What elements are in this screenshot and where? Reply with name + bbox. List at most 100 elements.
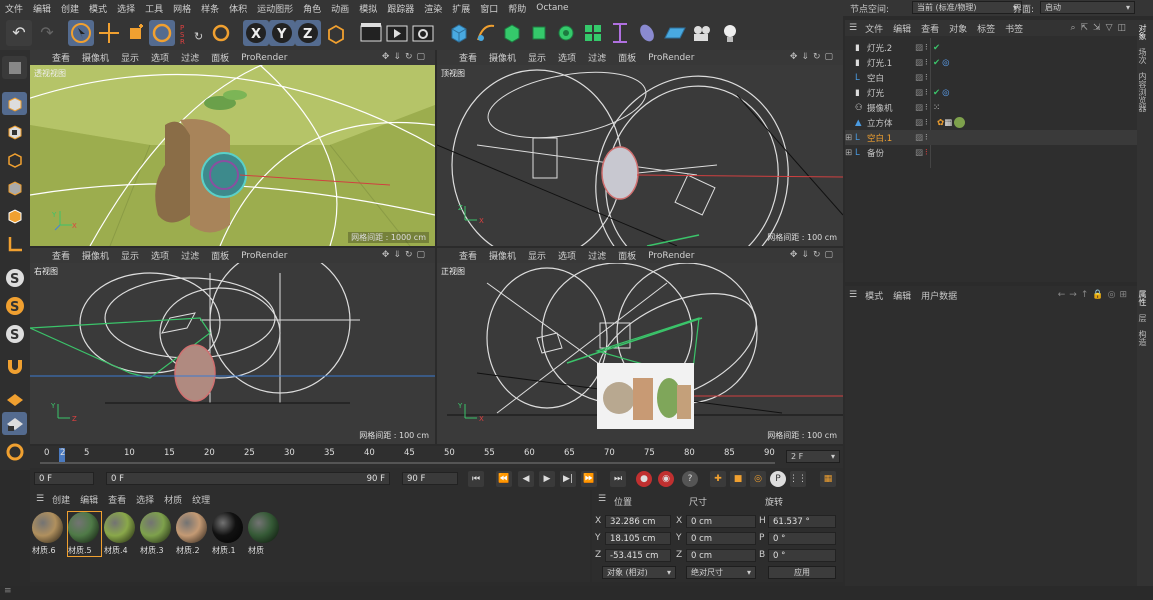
start-frame-field[interactable]: 0 F [34, 472, 94, 485]
visibility-dots-icon[interactable]: ⁝ [925, 103, 933, 113]
enabled-check-icon[interactable]: ✔ [933, 58, 940, 68]
object-name[interactable]: 空白.1 [867, 132, 915, 144]
viewport-menu-cameras[interactable]: 摄像机 [76, 249, 115, 262]
viewport-menu-cameras[interactable]: 摄像机 [483, 249, 522, 262]
menu-item[interactable]: 模式 [84, 2, 112, 15]
menu-item[interactable]: 网格 [168, 2, 196, 15]
hamburger-icon[interactable]: ☰ [36, 494, 44, 504]
viewport-canvas[interactable]: Y X 正视图 网格间距 : 100 cm [437, 263, 843, 444]
points-mode-icon[interactable] [2, 148, 27, 171]
hamburger-icon[interactable]: ☰ [849, 290, 857, 300]
material-tag-icon[interactable] [954, 117, 966, 128]
visibility-dots-icon[interactable]: ⁝ [925, 133, 933, 143]
viewport-menu-filter[interactable]: 过滤 [582, 51, 612, 64]
tab-content-browser[interactable]: 内容浏览器 [1137, 68, 1148, 116]
material-swatch[interactable]: 材质.4 [104, 512, 137, 556]
render-settings-icon[interactable] [410, 20, 436, 46]
target-tag-icon[interactable]: ◎ [942, 88, 949, 98]
menu-item[interactable]: 编辑 [28, 2, 56, 15]
material-swatch[interactable]: 材质.1 [212, 512, 245, 556]
menu-item[interactable]: 动画 [326, 2, 354, 15]
render-picture-viewer-icon[interactable] [384, 20, 410, 46]
material-swatch[interactable]: 材质.3 [140, 512, 173, 556]
viewport-menu-options[interactable]: 选项 [552, 249, 582, 262]
snap-icon[interactable]: S [2, 266, 27, 289]
attribute-menu-edit[interactable]: 编辑 [893, 289, 911, 302]
locked-workplane-icon[interactable] [2, 412, 27, 435]
object-name[interactable]: 备份 [867, 147, 915, 159]
enabled-check-icon[interactable]: ✔ [933, 43, 940, 53]
menu-item[interactable]: 跟踪器 [382, 2, 419, 15]
polygons-mode-icon[interactable] [2, 204, 27, 227]
material-menu-edit[interactable]: 编辑 [80, 493, 98, 506]
object-menu-bookmarks[interactable]: 书签 [1005, 22, 1023, 35]
rotation-b-field[interactable]: 0 ° [768, 549, 836, 562]
viewport-menu-prorender[interactable]: ProRender [235, 251, 293, 261]
redo-icon[interactable]: ↷ [34, 20, 60, 46]
deformer-icon[interactable] [607, 20, 633, 46]
menu-item[interactable]: 运动图形 [252, 2, 298, 15]
autokey-icon[interactable]: ◉ [658, 471, 674, 487]
preview-start-field[interactable]: 0 F 90 F [106, 472, 390, 485]
search-icon[interactable]: ⌕⇱⇲▽◫ [1070, 23, 1131, 33]
viewport-menu-panel[interactable]: 面板 [205, 249, 235, 262]
viewport-menu-prorender[interactable]: ProRender [235, 53, 293, 63]
menu-item[interactable]: 帮助 [503, 2, 531, 15]
menu-item[interactable]: 选择 [112, 2, 140, 15]
visibility-dots-icon[interactable]: ⁝ [925, 118, 933, 128]
object-row[interactable]: ▮ 灯光 ▨ ⁝ ✔ ◎ [845, 85, 1137, 100]
key-position-icon[interactable]: ✚ [710, 471, 726, 487]
spline-pen-icon[interactable] [473, 20, 499, 46]
expand-icon[interactable]: ⊞ [845, 148, 855, 158]
target-tag-icon[interactable]: ◎ [942, 58, 949, 68]
expand-icon[interactable]: ⊞ [845, 133, 855, 143]
viewport-menu-display[interactable]: 显示 [522, 249, 552, 262]
menu-item[interactable]: 创建 [56, 2, 84, 15]
scale-tool-icon[interactable] [122, 20, 148, 46]
end-frame-field[interactable]: 90 F [402, 472, 458, 485]
size-mode-select[interactable]: 绝对尺寸 ▾ [686, 566, 756, 579]
viewport-nav-icons[interactable]: ✥⇓↻▢ [382, 52, 429, 62]
subdivision-icon[interactable] [499, 20, 525, 46]
position-x-field[interactable]: 32.286 cm [605, 515, 671, 528]
viewport-menu-view[interactable]: 查看 [453, 249, 483, 262]
viewport-menu-display[interactable]: 显示 [522, 51, 552, 64]
rotate-alt-icon[interactable] [208, 20, 234, 46]
node-space-select[interactable]: 当前 (标准/物理) ▾ [912, 1, 1022, 14]
menu-item[interactable]: 体积 [224, 2, 252, 15]
tab-objects[interactable]: 对象 [1137, 20, 1148, 44]
checker-tag-icon[interactable]: ▦ [944, 118, 952, 128]
go-to-end-icon[interactable]: ⏭ [610, 471, 626, 487]
object-row[interactable]: L 空白 ▨ ⁝ [845, 70, 1137, 85]
viewport-menu-prorender[interactable]: ProRender [642, 251, 700, 261]
viewport-front[interactable]: 查看 摄像机 显示 选项 过滤 面板 ProRender ✥⇓↻▢ Y X 正视图 网格间距 … [437, 248, 843, 444]
object-row[interactable]: ▮ 灯光.1 ▨ ⁝ ✔ ◎ [845, 55, 1137, 70]
tab-structure[interactable]: 构造 [1137, 326, 1148, 350]
edges-mode-icon[interactable] [2, 176, 27, 199]
viewport-menu-filter[interactable]: 过滤 [582, 249, 612, 262]
object-menu-view[interactable]: 查看 [921, 22, 939, 35]
enabled-check-icon[interactable]: ✔ [933, 88, 940, 98]
material-menu-create[interactable]: 创建 [52, 493, 70, 506]
material-swatch[interactable]: 材质 [248, 512, 281, 556]
position-z-field[interactable]: -53.415 cm [605, 549, 671, 562]
viewport-menu-view[interactable]: 查看 [46, 51, 76, 64]
viewport-nav-icons[interactable]: ✥⇓↻▢ [790, 52, 837, 62]
hamburger-icon[interactable]: ☰ [598, 494, 606, 504]
rotation-h-field[interactable]: 61.537 ° [768, 515, 836, 528]
recent-tool-icon[interactable]: ↻ [194, 20, 208, 46]
next-key-icon[interactable]: ⏩ [581, 471, 597, 487]
viewport-menu-view[interactable]: 查看 [453, 51, 483, 64]
rotation-p-field[interactable]: 0 ° [768, 532, 836, 545]
camera-icon[interactable] [689, 20, 715, 46]
object-row[interactable]: ⊞ L 备份 ▨ ⁝ [845, 145, 1137, 160]
x-axis-icon[interactable]: X [243, 20, 269, 46]
viewport-canvas[interactable]: Y Z 右视图 网格间距 : 100 cm [30, 263, 435, 444]
position-y-field[interactable]: 18.105 cm [605, 532, 671, 545]
viewport-menu-cameras[interactable]: 摄像机 [76, 51, 115, 64]
timeline-window-icon[interactable]: ▦ [820, 471, 836, 487]
record-icon[interactable]: ● [636, 471, 652, 487]
menu-item[interactable]: 角色 [298, 2, 326, 15]
keyframe-selection-icon[interactable]: ? [682, 471, 698, 487]
floor-icon[interactable] [662, 20, 688, 46]
